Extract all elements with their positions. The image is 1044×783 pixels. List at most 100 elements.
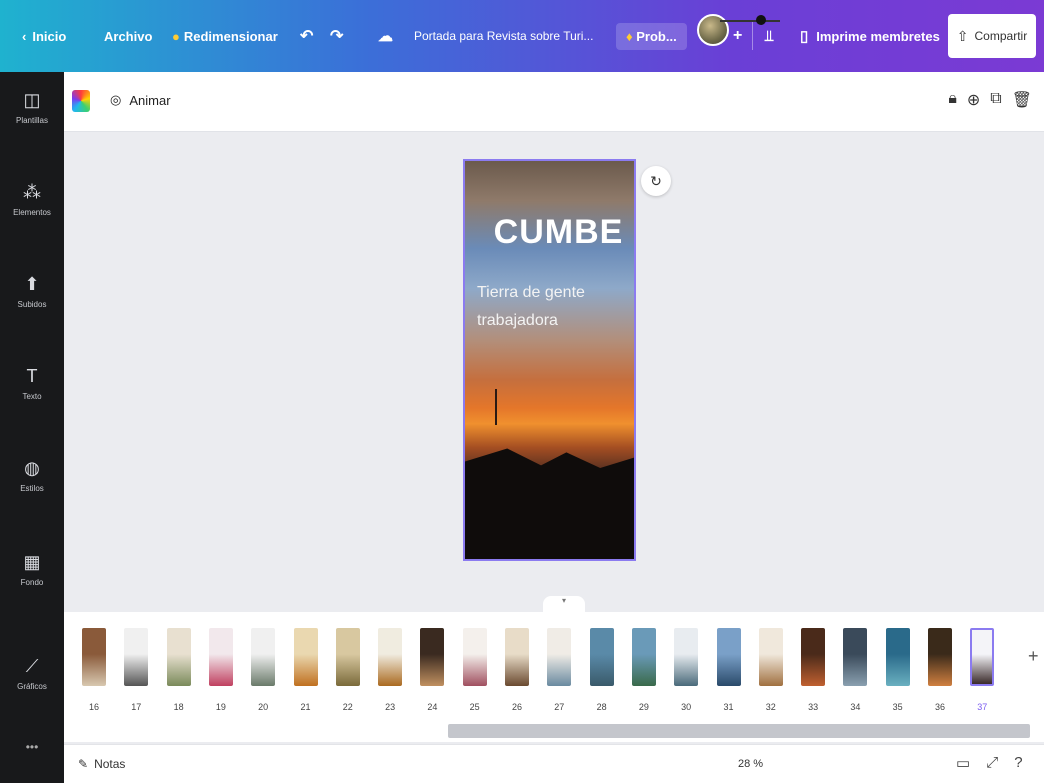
file-label: Archivo — [104, 28, 153, 44]
design-page[interactable]: CUMBE Tierra de gente trabajadora — [463, 159, 636, 561]
template-icon: ◫ — [23, 89, 41, 110]
page-number: 23 — [385, 702, 396, 712]
page-thumbnail[interactable] — [674, 628, 699, 686]
page-thumbnail[interactable] — [335, 628, 360, 686]
page-number: 30 — [681, 702, 692, 712]
page-subtitle[interactable]: Tierra de gente trabajadora — [477, 279, 627, 335]
page-number: 32 — [765, 702, 776, 712]
home-label: Inicio — [32, 28, 67, 44]
collapse-strip-button[interactable]: ▾ — [543, 596, 585, 612]
sidebar-item-label: Subidos — [17, 299, 47, 309]
notes-button[interactable]: ✎ Notas — [78, 757, 125, 771]
page-count-icon[interactable]: ▭ — [956, 754, 970, 772]
sidebar-item-charts[interactable]: ⟋ Gráficos — [0, 638, 64, 708]
plus-icon: + — [1028, 646, 1039, 666]
page-thumbnail[interactable] — [420, 628, 445, 686]
page-number: 34 — [850, 702, 861, 712]
page-thumbnail[interactable] — [166, 628, 191, 686]
view-controls: ▭ ⤢ ? — [956, 754, 1034, 772]
chevron-left-icon: ‹ — [22, 28, 27, 44]
sidebar-item-label: Elementos — [13, 207, 51, 217]
sidebar-item-label: Estilos — [20, 483, 44, 493]
sidebar-item-elements[interactable]: ⁂ Elementos — [0, 164, 64, 234]
charts-icon: ⟋ — [25, 655, 39, 676]
sidebar-item-background[interactable]: ▦ Fondo — [0, 534, 64, 604]
page-number: 26 — [511, 702, 522, 712]
share-button[interactable]: ⇧ Compartir — [948, 14, 1036, 58]
refresh-button[interactable]: ↻ — [641, 166, 671, 196]
print-button[interactable]: ▯ Imprime membretes — [800, 0, 940, 72]
page-thumbnail[interactable] — [251, 628, 276, 686]
undo-icon: ↶ — [300, 28, 314, 45]
help-icon[interactable]: ? — [1014, 754, 1022, 772]
page-thumbnail[interactable] — [124, 628, 149, 686]
trash-icon[interactable]: 🗑︎ — [1012, 90, 1032, 110]
add-page-button[interactable]: + — [1028, 646, 1039, 667]
page-thumbnail[interactable] — [378, 628, 403, 686]
page-title[interactable]: CUMBE — [465, 213, 634, 252]
doc-title-label: Portada para Revista sobre Turi... — [414, 29, 594, 43]
sidebar-item-text[interactable]: T Texto — [0, 348, 64, 418]
duplicate-icon[interactable]: ⧉ — [990, 90, 1001, 110]
page-thumbnail[interactable] — [885, 628, 910, 686]
redo-button[interactable]: ↷ — [330, 0, 343, 72]
page-number: 21 — [300, 702, 311, 712]
page-number: 29 — [638, 702, 649, 712]
add-page-icon[interactable]: ⊕ — [967, 90, 980, 110]
zoom-slider[interactable] — [720, 20, 780, 22]
page-thumbnail[interactable] — [970, 628, 995, 686]
resize-button[interactable]: ● Redimensionar — [172, 0, 278, 72]
color-picker-icon[interactable] — [72, 90, 90, 112]
page-thumbnail[interactable] — [801, 628, 826, 686]
page-thumbnail[interactable] — [293, 628, 318, 686]
zoom-level[interactable]: 28 % — [738, 758, 763, 770]
pro-button[interactable]: ♦ Prob... — [616, 0, 687, 72]
hills-image — [465, 448, 634, 559]
text-icon: T — [26, 365, 38, 386]
notes-label: Notas — [94, 757, 126, 771]
more-apps-button[interactable]: ••• — [0, 740, 64, 754]
sidebar-item-styles[interactable]: ◍ Estilos — [0, 440, 64, 510]
page-thumbnail[interactable] — [928, 628, 952, 686]
editor-toolbar: ◎ Animar 🔒︎ ⊕ ⧉ 🗑︎ — [64, 72, 1044, 132]
cloud-save-button[interactable]: ☁ — [378, 0, 393, 72]
page-thumbnail[interactable] — [716, 628, 741, 686]
page-thumbnail[interactable] — [589, 628, 614, 686]
page-thumbnail[interactable] — [758, 628, 783, 686]
lock-icon[interactable]: 🔒︎ — [948, 90, 957, 110]
tower-image — [495, 389, 497, 425]
page-number: 35 — [892, 702, 903, 712]
animate-button[interactable]: ◎ Animar — [110, 92, 171, 108]
pro-label: ♦ Prob... — [616, 22, 687, 50]
sidebar-item-templates[interactable]: ◫ Plantillas — [0, 72, 64, 142]
page-number: 19 — [215, 702, 226, 712]
page-number: 25 — [469, 702, 480, 712]
sidebar-item-label: Gráficos — [17, 681, 47, 691]
page-number: 20 — [258, 702, 269, 712]
document-icon: ▯ — [800, 28, 809, 45]
pro-text: Prob... — [636, 28, 677, 44]
undo-button[interactable]: ↶ — [300, 0, 313, 72]
page-thumbnail[interactable] — [505, 628, 529, 686]
page-thumbnail[interactable] — [843, 628, 868, 686]
scrollbar-thumb[interactable] — [448, 724, 1030, 738]
zoom-slider-knob[interactable] — [756, 15, 766, 25]
sidebar-item-uploads[interactable]: ⬆ Subidos — [0, 256, 64, 326]
page-thumbnail[interactable] — [547, 628, 572, 686]
file-menu[interactable]: Archivo — [104, 0, 152, 72]
upload-icon: ⬆ — [24, 273, 40, 294]
page-thumbnail[interactable] — [82, 628, 106, 686]
share-icon: ⇧ — [956, 27, 969, 44]
insights-button[interactable]: ⫫ — [765, 0, 773, 72]
avatar[interactable] — [697, 14, 729, 46]
fullscreen-icon[interactable]: ⤢ — [986, 754, 998, 772]
page-thumbnail[interactable] — [631, 628, 656, 686]
page-number: 27 — [554, 702, 565, 712]
styles-icon: ◍ — [24, 457, 40, 478]
add-collaborator-button[interactable]: + — [733, 0, 742, 72]
home-button[interactable]: ‹ Inicio — [22, 0, 66, 72]
page-thumbnail[interactable] — [462, 628, 487, 686]
page-thumbnail[interactable] — [208, 628, 233, 686]
doc-title[interactable]: Portada para Revista sobre Turi... — [414, 0, 593, 72]
plus-icon: + — [733, 27, 743, 44]
